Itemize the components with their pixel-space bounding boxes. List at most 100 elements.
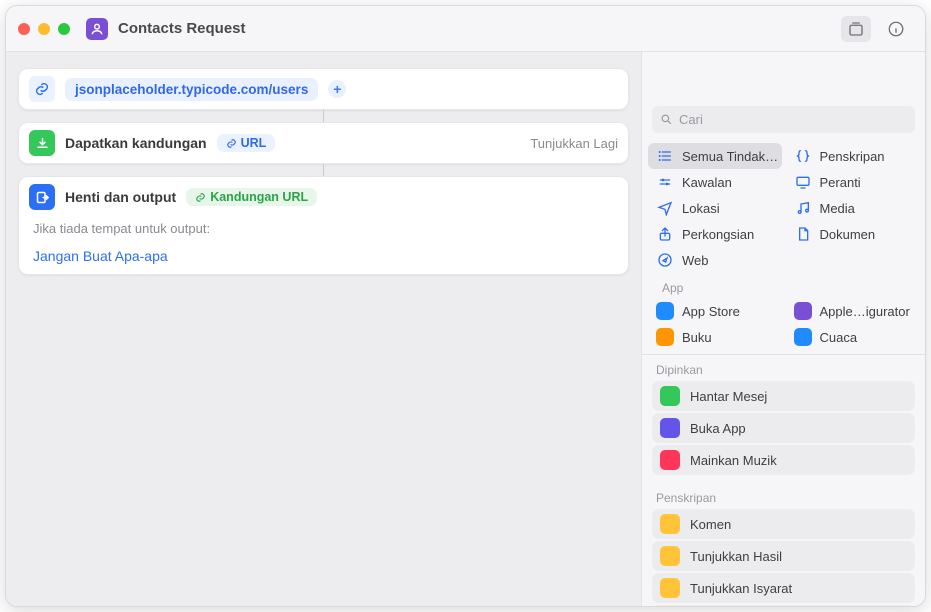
category-label: Lokasi bbox=[682, 201, 720, 216]
music-icon bbox=[660, 450, 680, 470]
action-item[interactable]: Minta Input bbox=[652, 605, 915, 606]
app-label: Buku bbox=[682, 330, 712, 345]
body: jsonplaceholder.typicode.com/users + Dap… bbox=[6, 52, 925, 606]
music-icon bbox=[794, 199, 812, 217]
location-icon bbox=[656, 199, 674, 217]
app-icon bbox=[794, 302, 812, 320]
action-label: Hantar Mesej bbox=[690, 389, 767, 404]
shortcut-title: Contacts Request bbox=[118, 20, 246, 37]
action-list: Hantar Mesej Buka App Mainkan Muzik bbox=[642, 381, 925, 483]
action-get-contents[interactable]: Dapatkan kandungan URL Tunjukkan Lagi bbox=[18, 122, 629, 164]
library-button[interactable] bbox=[841, 16, 871, 42]
search-placeholder: Cari bbox=[679, 112, 703, 127]
search-input[interactable]: Cari bbox=[652, 106, 915, 133]
section-heading: Dipinkan bbox=[642, 355, 925, 381]
category-sliders[interactable]: Kawalan bbox=[648, 169, 782, 195]
action-label: Tunjukkan Isyarat bbox=[690, 581, 792, 596]
connector bbox=[323, 164, 324, 176]
category-label: Semua Tindak… bbox=[682, 149, 778, 164]
shortcut-icon bbox=[86, 18, 108, 40]
category-compass[interactable]: Web bbox=[648, 247, 782, 273]
category-label: Penskripan bbox=[820, 149, 885, 164]
app-icon bbox=[794, 328, 812, 346]
minimize-window-button[interactable] bbox=[38, 23, 50, 35]
action-item[interactable]: Tunjukkan Isyarat bbox=[652, 573, 915, 603]
alert-icon bbox=[660, 578, 680, 598]
doc-icon bbox=[794, 225, 812, 243]
category-label: Dokumen bbox=[820, 227, 876, 242]
app-label: App Store bbox=[682, 304, 740, 319]
category-display[interactable]: Peranti bbox=[786, 169, 920, 195]
category-label: Web bbox=[682, 253, 709, 268]
action-item[interactable]: Buka App bbox=[652, 413, 915, 443]
app-item[interactable]: Apple…igurator bbox=[786, 298, 920, 324]
category-doc[interactable]: Dokumen bbox=[786, 221, 920, 247]
action-stop-output[interactable]: Henti dan output Kandungan URL Jika tiad… bbox=[18, 176, 629, 275]
action-label: Mainkan Muzik bbox=[690, 453, 777, 468]
compass-icon bbox=[656, 251, 674, 269]
action-url[interactable]: jsonplaceholder.typicode.com/users + bbox=[18, 68, 629, 110]
category-label: Media bbox=[820, 201, 855, 216]
category-label: Kawalan bbox=[682, 175, 732, 190]
action-label: Buka App bbox=[690, 421, 746, 436]
apps-grid: App Store Apple…igurator Buku Cuaca bbox=[648, 298, 919, 350]
output-option[interactable]: Jangan Buat Apa-apa bbox=[19, 246, 628, 274]
category-location[interactable]: Lokasi bbox=[648, 195, 782, 221]
braces-icon bbox=[794, 147, 812, 165]
lines-icon bbox=[660, 514, 680, 534]
action-item[interactable]: Komen bbox=[652, 509, 915, 539]
display-icon bbox=[794, 173, 812, 191]
message-icon bbox=[660, 386, 680, 406]
close-window-button[interactable] bbox=[18, 23, 30, 35]
action-list: Komen Tunjukkan Hasil Tunjukkan Isyarat Min… bbox=[642, 509, 925, 606]
sidebar-toolbar bbox=[641, 6, 925, 52]
workflow-canvas[interactable]: jsonplaceholder.typicode.com/users + Dap… bbox=[6, 52, 641, 606]
eye-icon bbox=[660, 546, 680, 566]
share-icon bbox=[656, 225, 674, 243]
category-label: Peranti bbox=[820, 175, 861, 190]
list-icon bbox=[656, 147, 674, 165]
action-label: Tunjukkan Hasil bbox=[690, 549, 782, 564]
add-url-button[interactable]: + bbox=[328, 80, 346, 98]
variable-label: URL bbox=[241, 136, 267, 150]
app-icon bbox=[656, 328, 674, 346]
category-share[interactable]: Perkongsian bbox=[648, 221, 782, 247]
categories: Semua Tindak… Penskripan Kawalan Peranti Lok… bbox=[642, 141, 925, 350]
action-item[interactable]: Tunjukkan Hasil bbox=[652, 541, 915, 571]
action-item[interactable]: Mainkan Muzik bbox=[652, 445, 915, 475]
section-heading: Penskripan bbox=[642, 483, 925, 509]
sliders-icon bbox=[656, 173, 674, 191]
category-braces[interactable]: Penskripan bbox=[786, 143, 920, 169]
info-button[interactable] bbox=[881, 16, 911, 42]
category-grid: Semua Tindak… Penskripan Kawalan Peranti Lok… bbox=[648, 143, 919, 273]
action-title: Dapatkan kandungan bbox=[65, 135, 207, 151]
show-more-button[interactable]: Tunjukkan Lagi bbox=[530, 136, 618, 151]
action-item[interactable]: Hantar Mesej bbox=[652, 381, 915, 411]
action-title: Henti dan output bbox=[65, 189, 176, 205]
category-music[interactable]: Media bbox=[786, 195, 920, 221]
app-icon bbox=[660, 418, 680, 438]
connector bbox=[323, 110, 324, 122]
app-item[interactable]: Buku bbox=[648, 324, 782, 350]
app-item[interactable]: Cuaca bbox=[786, 324, 920, 350]
link-icon bbox=[29, 76, 55, 102]
url-value[interactable]: jsonplaceholder.typicode.com/users bbox=[65, 78, 318, 101]
content-variable-pill[interactable]: Kandungan URL bbox=[186, 188, 317, 206]
app-label: Apple…igurator bbox=[820, 304, 910, 319]
apps-heading: App bbox=[648, 273, 919, 298]
app-window: Contacts Request jsonplacehold bbox=[5, 5, 926, 607]
zoom-window-button[interactable] bbox=[58, 23, 70, 35]
search-icon bbox=[660, 113, 673, 126]
app-icon bbox=[656, 302, 674, 320]
app-label: Cuaca bbox=[820, 330, 858, 345]
output-subtitle: Jika tiada tempat untuk output: bbox=[19, 217, 628, 246]
variable-label: Kandungan URL bbox=[210, 190, 308, 204]
category-label: Perkongsian bbox=[682, 227, 754, 242]
output-icon bbox=[29, 184, 55, 210]
url-variable-pill[interactable]: URL bbox=[217, 134, 276, 152]
actions-sidebar: Cari Semua Tindak… Penskripan Kawalan Peran… bbox=[641, 52, 925, 606]
category-list[interactable]: Semua Tindak… bbox=[648, 143, 782, 169]
download-icon bbox=[29, 130, 55, 156]
app-item[interactable]: App Store bbox=[648, 298, 782, 324]
actions-panel: Dipinkan Hantar Mesej Buka App Mainkan Muzi… bbox=[642, 354, 925, 606]
